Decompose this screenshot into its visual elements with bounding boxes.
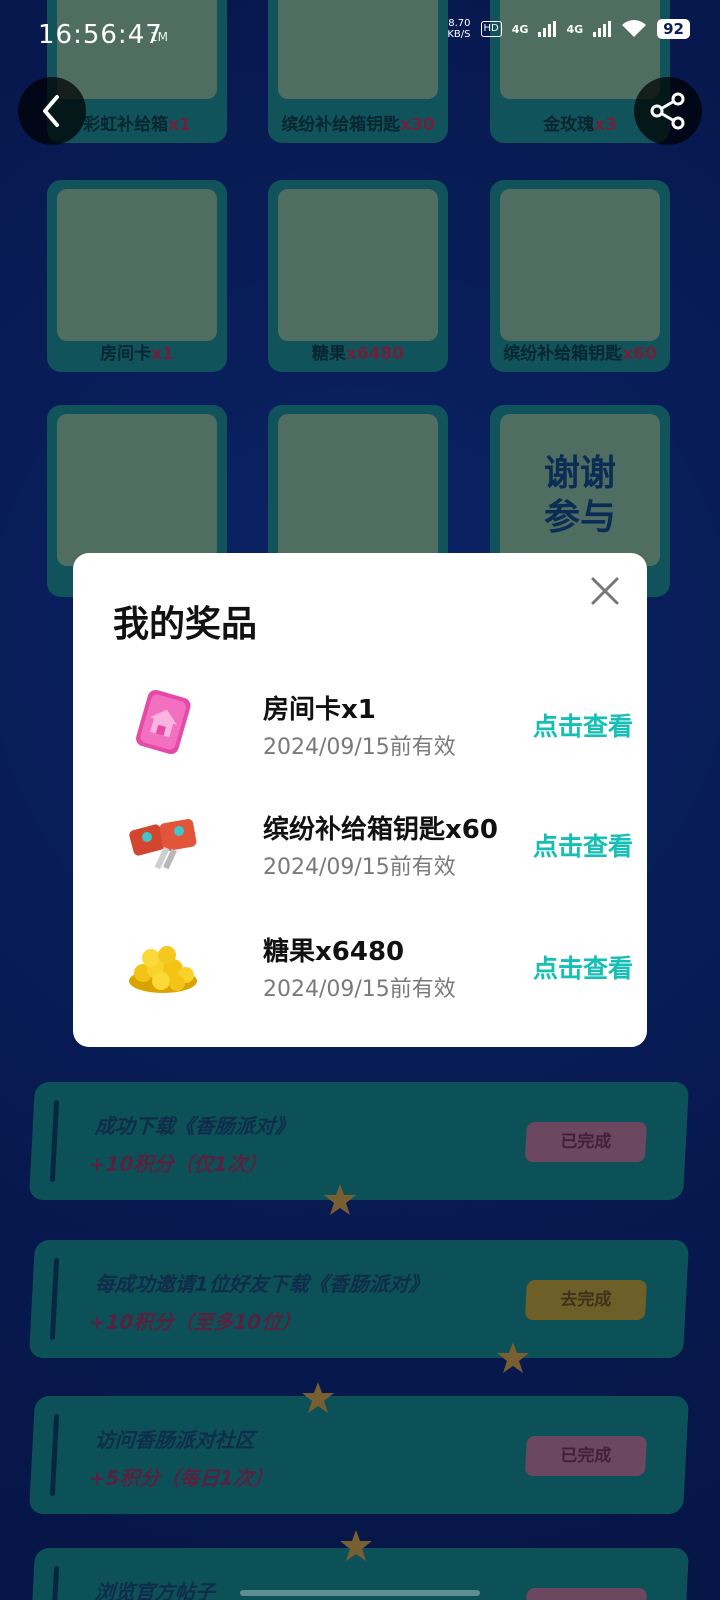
prize-item-name: 缤纷补给箱钥匙x60 <box>263 815 498 845</box>
battery-icon: 92 <box>657 19 690 39</box>
status-time: 16:56:47 <box>38 20 163 50</box>
candy-icon <box>129 946 197 993</box>
room-card-icon <box>136 689 191 755</box>
share-icon <box>650 92 685 130</box>
status-bar: 16:56:47 1M 8.70 KB/S HD 4G 4G 92 <box>38 18 690 54</box>
prize-item-validity: 2024/09/15前有效 <box>263 977 456 1002</box>
share-button[interactable] <box>634 77 702 145</box>
prize-item: 缤纷补给箱钥匙x60 2024/09/15前有效 点击查看 <box>113 803 633 893</box>
back-button[interactable] <box>18 77 86 145</box>
view-prize-button[interactable]: 点击查看 <box>533 707 633 743</box>
prize-item: 房间卡x1 2024/09/15前有效 点击查看 <box>113 683 633 773</box>
signal-icon-1 <box>538 21 557 37</box>
view-prize-button[interactable]: 点击查看 <box>533 949 633 985</box>
prize-item-name: 房间卡x1 <box>263 695 376 725</box>
home-indicator[interactable] <box>240 1590 480 1596</box>
signal-icon-2 <box>593 21 612 37</box>
prize-item: 糖果x6480 2024/09/15前有效 点击查看 <box>113 925 633 1015</box>
app-root: 16:56:47 1M 8.70 KB/S HD 4G 4G 92 彩虹补给箱x… <box>0 0 720 1600</box>
close-icon[interactable] <box>585 571 625 611</box>
view-prize-button[interactable]: 点击查看 <box>533 827 633 863</box>
key-box-icon <box>129 819 197 870</box>
prize-item-name: 糖果x6480 <box>263 937 405 967</box>
notification-icon: 1M <box>150 30 168 44</box>
wifi-icon <box>622 20 647 37</box>
network-speed-unit: KB/S <box>447 29 471 40</box>
chevron-left-icon <box>43 95 59 127</box>
modal-title: 我的奖品 <box>113 604 258 645</box>
network-speed: 8.70 KB/S <box>447 18 470 40</box>
status-icons: 8.70 KB/S HD 4G 4G 92 <box>447 18 690 40</box>
hd-icon: HD <box>480 21 502 37</box>
signal-label-2: 4G <box>566 22 584 36</box>
network-speed-value: 8.70 <box>448 18 471 29</box>
prize-item-validity: 2024/09/15前有效 <box>263 855 456 880</box>
signal-label-1: 4G <box>511 22 529 36</box>
prize-item-validity: 2024/09/15前有效 <box>263 735 456 760</box>
my-prizes-modal: 我的奖品 房间卡x1 2024/09/15前有效 点击查看 缤纷补给箱钥匙x60… <box>73 553 647 1047</box>
